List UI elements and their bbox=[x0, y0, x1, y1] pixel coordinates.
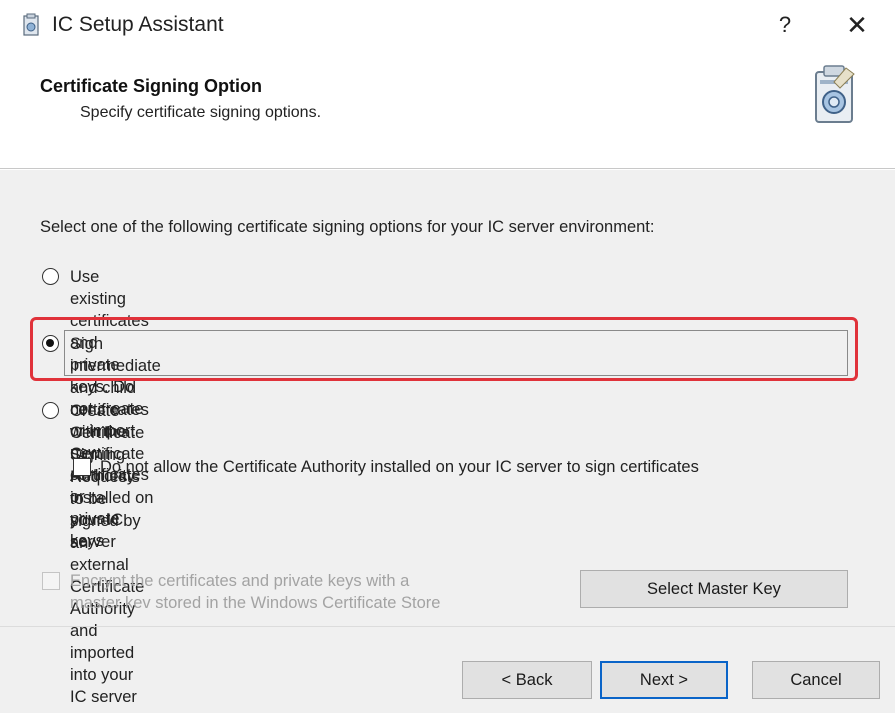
option-create-csr-radio[interactable] bbox=[42, 402, 59, 419]
wizard-header: Certificate Signing Option Specify certi… bbox=[0, 52, 895, 170]
setup-app-icon bbox=[23, 13, 39, 36]
back-button[interactable]: < Back bbox=[462, 661, 592, 699]
next-button[interactable]: Next > bbox=[600, 661, 728, 699]
option-label: imported into your IC server bbox=[70, 644, 137, 706]
no-ca-sign-checkbox[interactable] bbox=[73, 458, 91, 476]
encrypt-label: Encrypt the certificates and private key… bbox=[70, 570, 440, 614]
close-button[interactable]: ✕ bbox=[840, 10, 874, 40]
focus-rectangle bbox=[64, 330, 848, 376]
encrypt-label-line: master kev stored in the Windows Certifi… bbox=[70, 594, 441, 612]
encrypt-label-line: Encrypt the certificates and private key… bbox=[70, 572, 410, 590]
options-prompt: Select one of the following certificate … bbox=[40, 218, 655, 236]
cancel-button[interactable]: Cancel bbox=[752, 661, 880, 699]
option-use-existing-radio[interactable] bbox=[42, 268, 59, 285]
title-bar: IC Setup Assistant ? ✕ bbox=[0, 0, 895, 52]
page-subtitle: Specify certificate signing options. bbox=[80, 104, 322, 121]
no-ca-sign-label[interactable]: Do not allow the Certificate Authority i… bbox=[100, 456, 699, 478]
option-sign-with-ca-radio[interactable] bbox=[42, 335, 59, 352]
wizard-body: Select one of the following certificate … bbox=[0, 170, 895, 713]
help-button[interactable]: ? bbox=[770, 10, 800, 40]
footer-divider bbox=[0, 626, 895, 627]
page-title: Certificate Signing Option bbox=[40, 76, 263, 96]
encrypt-checkbox[interactable] bbox=[42, 572, 60, 590]
window-title: IC Setup Assistant bbox=[52, 13, 224, 36]
select-master-key-button[interactable]: Select Master Key bbox=[580, 570, 848, 608]
certificate-wizard-icon bbox=[815, 65, 855, 123]
